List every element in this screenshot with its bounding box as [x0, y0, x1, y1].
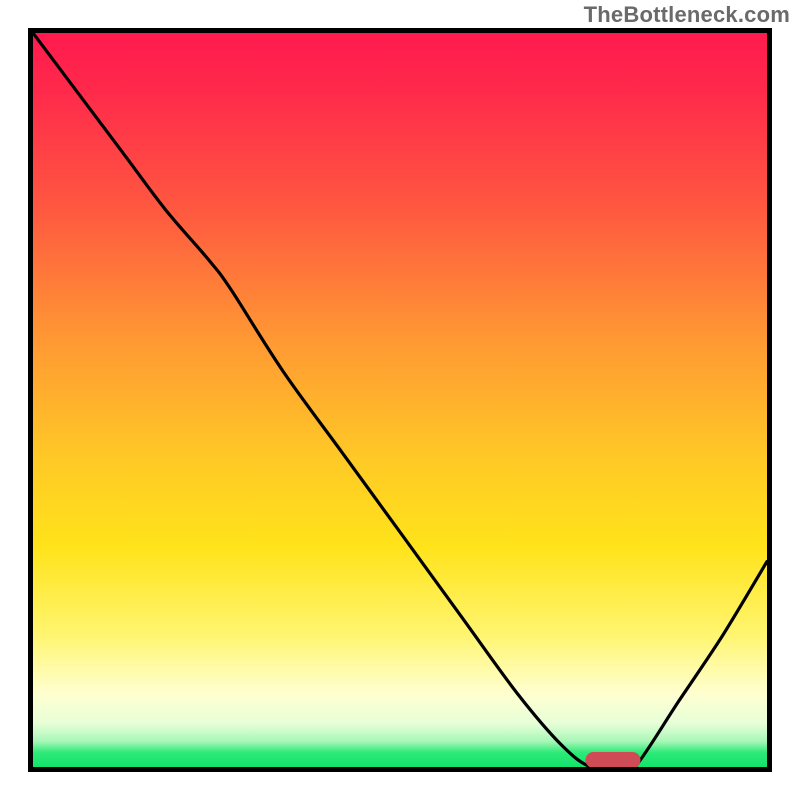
watermark-text: TheBottleneck.com: [584, 2, 790, 28]
plot-frame: [28, 28, 772, 772]
curve-svg: [33, 33, 767, 767]
chart-container: TheBottleneck.com: [0, 0, 800, 800]
valley-marker: [585, 752, 640, 768]
curve-path: [33, 33, 767, 767]
